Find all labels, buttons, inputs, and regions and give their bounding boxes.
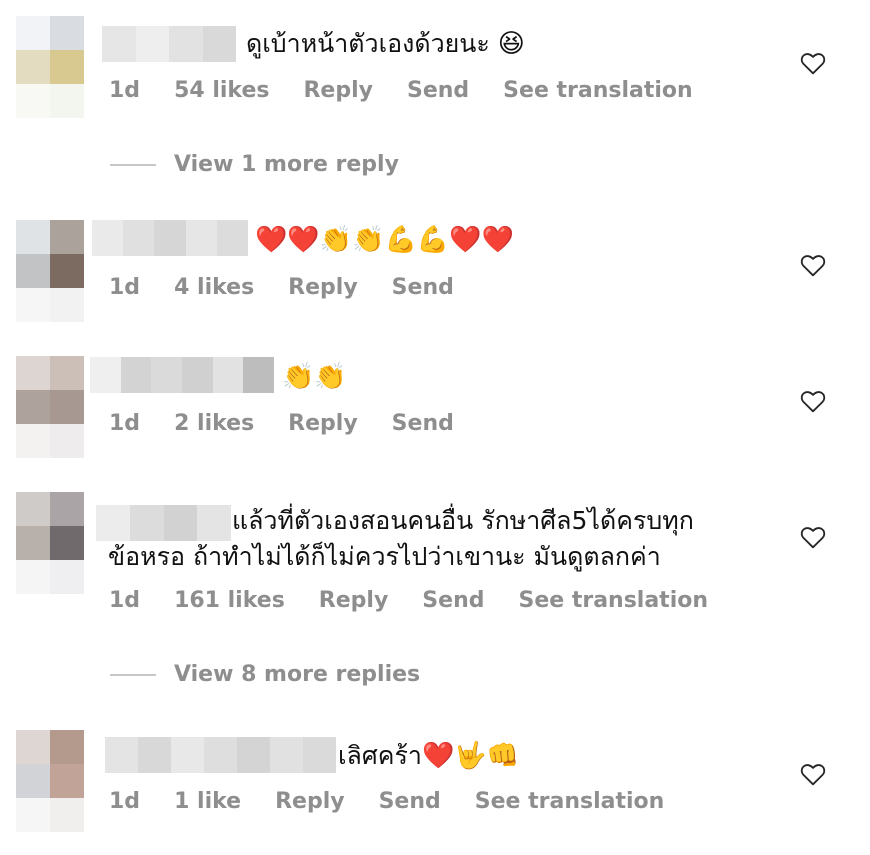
username-redacted[interactable] xyxy=(102,26,236,62)
send-button[interactable]: Send xyxy=(392,275,454,300)
avatar[interactable] xyxy=(16,492,84,594)
likes-count[interactable]: 2 likes xyxy=(174,411,254,436)
reply-button[interactable]: Reply xyxy=(288,411,358,436)
view-more-label[interactable]: View 8 more replies xyxy=(174,662,420,687)
send-button[interactable]: Send xyxy=(392,411,454,436)
reply-button[interactable]: Reply xyxy=(275,789,345,814)
comment-text-line-1: แล้วที่ตัวเองสอนคนอื่น รักษาศีล5ได้ครบทุ… xyxy=(232,506,694,535)
see-translation-button[interactable]: See translation xyxy=(518,588,708,613)
comment-text-line-2: ข้อหรอ ถ้าทำไม่ได้ก็ไม่ควรไปว่าเขานะ มัน… xyxy=(108,542,661,571)
timestamp: 1d xyxy=(109,789,141,814)
see-translation-button[interactable]: See translation xyxy=(503,78,693,103)
view-more-replies[interactable]: View 1 more reply xyxy=(110,152,399,177)
timestamp: 1d xyxy=(109,275,141,300)
timestamp: 1d xyxy=(109,78,141,103)
reply-button[interactable]: Reply xyxy=(319,588,389,613)
send-button[interactable]: Send xyxy=(379,789,441,814)
username-redacted[interactable] xyxy=(105,737,336,773)
view-more-replies[interactable]: View 8 more replies xyxy=(110,662,420,687)
comment-meta: 1d 1 like Reply Send See translation xyxy=(109,789,664,814)
timestamp: 1d xyxy=(109,588,141,613)
send-button[interactable]: Send xyxy=(407,78,469,103)
likes-count[interactable]: 161 likes xyxy=(174,588,285,613)
view-more-label[interactable]: View 1 more reply xyxy=(174,152,399,177)
heart-icon[interactable] xyxy=(800,762,826,786)
reply-button[interactable]: Reply xyxy=(288,275,358,300)
reply-button[interactable]: Reply xyxy=(303,78,373,103)
heart-icon[interactable] xyxy=(800,525,826,549)
comment-text: ดูเบ้าหน้าตัวเองด้วยนะ 😆 xyxy=(246,29,525,59)
avatar[interactable] xyxy=(16,356,84,458)
comment-text: เลิศคร้า❤️🤟👊 xyxy=(338,741,520,771)
likes-count[interactable]: 4 likes xyxy=(174,275,254,300)
divider xyxy=(110,673,156,676)
timestamp: 1d xyxy=(109,411,141,436)
username-redacted[interactable] xyxy=(90,357,275,393)
heart-icon[interactable] xyxy=(800,253,826,277)
username-redacted[interactable] xyxy=(92,220,249,256)
avatar[interactable] xyxy=(16,730,84,832)
heart-icon[interactable] xyxy=(800,51,826,75)
comment-text: 👏👏 xyxy=(282,362,347,392)
likes-count[interactable]: 1 like xyxy=(174,789,241,814)
comment-meta: 1d 4 likes Reply Send xyxy=(109,275,454,300)
avatar[interactable] xyxy=(16,16,84,118)
heart-icon[interactable] xyxy=(800,389,826,413)
username-redacted[interactable] xyxy=(96,505,231,541)
comment-meta: 1d 161 likes Reply Send See translation xyxy=(109,588,708,613)
comment-meta: 1d 2 likes Reply Send xyxy=(109,411,454,436)
comment-text: ❤️❤️👏👏💪💪❤️❤️ xyxy=(255,225,514,255)
divider xyxy=(110,163,156,166)
avatar[interactable] xyxy=(16,220,84,322)
likes-count[interactable]: 54 likes xyxy=(174,78,269,103)
send-button[interactable]: Send xyxy=(422,588,484,613)
comment-meta: 1d 54 likes Reply Send See translation xyxy=(109,78,693,103)
see-translation-button[interactable]: See translation xyxy=(475,789,665,814)
